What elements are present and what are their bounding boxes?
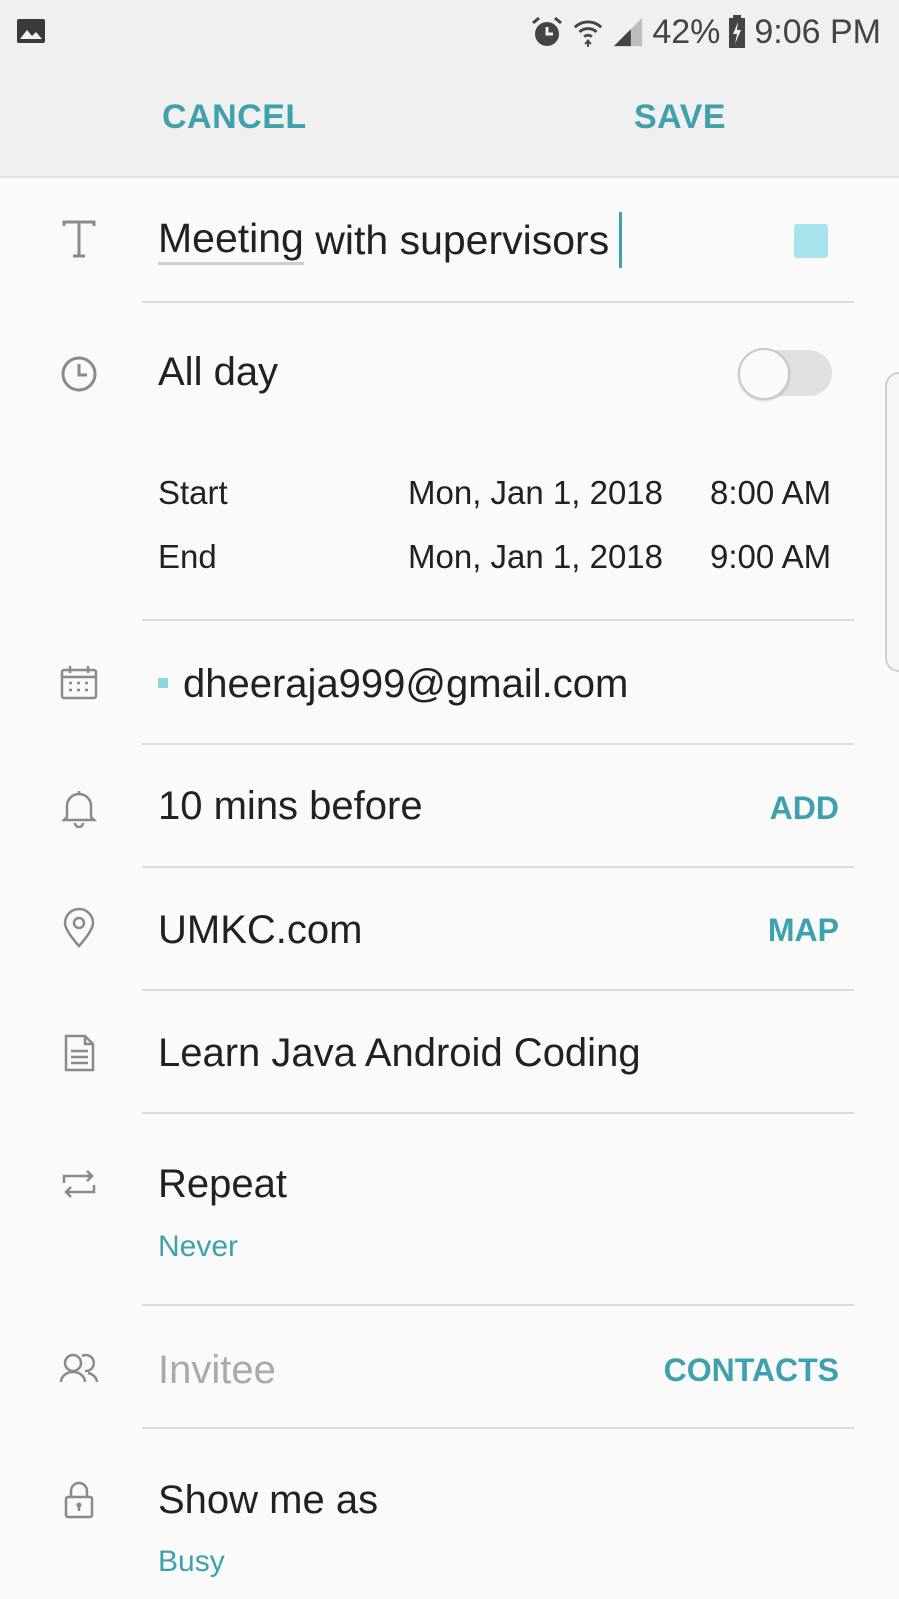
event-color-picker[interactable] <box>794 224 828 258</box>
lock-icon <box>58 1479 100 1521</box>
show-me-as-label[interactable]: Show me as <box>158 1478 378 1523</box>
toggle-knob <box>738 348 790 400</box>
end-label: End <box>158 538 217 575</box>
signal-icon <box>612 15 644 49</box>
add-reminder-button[interactable]: ADD <box>770 790 839 827</box>
bell-icon <box>58 786 100 828</box>
status-indicators: 42% 9:06 PM <box>530 10 881 54</box>
reminder-value[interactable]: 10 mins before <box>158 784 423 829</box>
invitee-icon <box>58 1348 100 1390</box>
all-day-toggle[interactable] <box>738 348 832 400</box>
battery-charging-icon <box>728 15 746 49</box>
divider <box>142 743 854 745</box>
alarm-icon <box>530 15 564 49</box>
divider <box>142 989 854 991</box>
event-title-input[interactable]: Meeting with supervisors <box>158 212 623 268</box>
all-day-label: All day <box>158 350 279 394</box>
divider <box>142 301 854 303</box>
edge-panel-handle[interactable] <box>885 372 899 672</box>
location-value[interactable]: UMKC.com <box>158 908 362 953</box>
start-date[interactable]: Mon, Jan 1, 2018 <box>408 474 663 512</box>
divider <box>142 1427 854 1429</box>
divider <box>142 619 854 621</box>
save-button[interactable]: SAVE <box>634 98 726 137</box>
map-button[interactable]: MAP <box>768 912 839 949</box>
contacts-button[interactable]: CONTACTS <box>664 1352 839 1389</box>
repeat-value[interactable]: Never <box>158 1230 238 1264</box>
end-time[interactable]: 9:00 AM <box>710 538 831 576</box>
invitee-input[interactable]: Invitee <box>158 1348 276 1393</box>
action-bar: CANCEL SAVE <box>0 64 899 178</box>
repeat-label[interactable]: Repeat <box>158 1162 287 1207</box>
calendar-account[interactable]: dheeraja999@gmail.com <box>183 662 628 707</box>
title-rest: with supervisors <box>303 216 610 263</box>
repeat-icon <box>58 1163 100 1205</box>
calendar-icon <box>58 662 100 704</box>
cancel-button[interactable]: CANCEL <box>162 98 307 137</box>
start-time[interactable]: 8:00 AM <box>710 474 831 512</box>
divider <box>142 1112 854 1114</box>
divider <box>142 1304 854 1306</box>
divider <box>142 866 854 868</box>
clock-icon <box>58 353 100 395</box>
clock-time: 9:06 PM <box>754 12 881 51</box>
start-label: Start <box>158 474 228 511</box>
gallery-icon <box>16 18 46 44</box>
wifi-icon <box>572 15 604 49</box>
notes-icon <box>58 1032 100 1074</box>
status-bar: 42% 9:06 PM <box>0 0 899 64</box>
notes-value[interactable]: Learn Java Android Coding <box>158 1031 641 1076</box>
location-pin-icon <box>58 907 100 949</box>
end-date[interactable]: Mon, Jan 1, 2018 <box>408 538 663 576</box>
title-first-word: Meeting <box>158 215 304 265</box>
calendar-color-dot <box>158 678 168 688</box>
title-icon <box>58 218 100 260</box>
show-me-as-value[interactable]: Busy <box>158 1545 225 1579</box>
battery-percent: 42% <box>652 12 721 51</box>
text-cursor <box>619 212 623 268</box>
